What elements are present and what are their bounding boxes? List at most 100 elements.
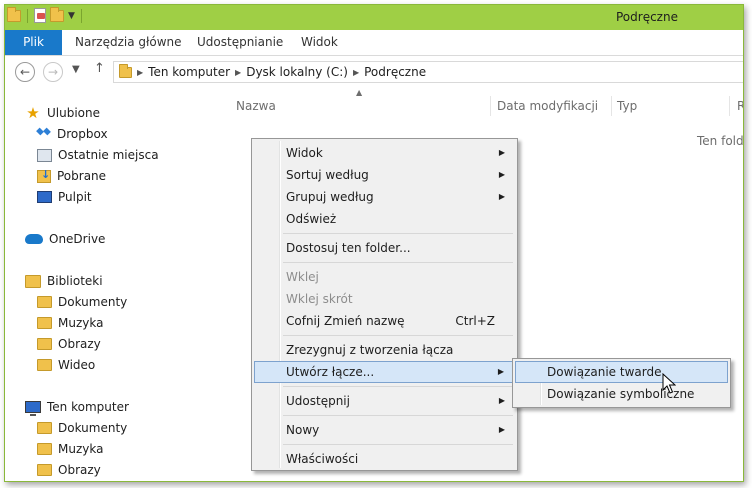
- address-bar[interactable]: ▶ Ten komputer ▶ Dysk lokalny (C:) ▶ Pod…: [113, 61, 743, 83]
- menu-item-view[interactable]: Widok ▶: [254, 142, 515, 164]
- column-header-size[interactable]: R: [737, 99, 743, 113]
- create-link-submenu: Dowiązanie twarde Dowiązanie symboliczne: [512, 358, 731, 408]
- toolbar-divider: [80, 8, 82, 23]
- folder-icon[interactable]: [7, 6, 21, 22]
- downloads-icon: [37, 168, 51, 183]
- submenu-arrow-icon: ▶: [498, 192, 505, 201]
- nav-item-lib-pictures[interactable]: Obrazy: [37, 334, 101, 354]
- nav-item-downloads[interactable]: Pobrane: [37, 166, 106, 186]
- menu-item-paste: Wklej: [254, 266, 515, 288]
- column-divider[interactable]: [490, 96, 491, 116]
- pictures-library-icon: [37, 338, 52, 350]
- menu-item-label: Sortuj według: [286, 168, 369, 182]
- toolbar-divider: [27, 8, 28, 23]
- menu-item-label: Widok: [286, 146, 323, 160]
- title-bar: ▼ Podręczne: [5, 5, 743, 30]
- menu-item-create-link[interactable]: Utwórz łącze... ▶: [254, 361, 515, 383]
- mouse-cursor-icon: [662, 373, 676, 394]
- up-button[interactable]: ↑: [94, 61, 105, 76]
- nav-item-label: Obrazy: [58, 337, 101, 351]
- nav-item-pc-pictures[interactable]: Obrazy: [37, 460, 101, 480]
- tab-view[interactable]: Widok: [291, 30, 348, 55]
- menu-item-sort-by[interactable]: Sortuj według ▶: [254, 164, 515, 186]
- cloud-icon: [25, 234, 43, 244]
- documents-library-icon: [37, 296, 52, 308]
- menu-separator: [283, 335, 513, 336]
- nav-item-lib-videos[interactable]: Wideo: [37, 355, 95, 375]
- nav-item-pc-music[interactable]: Muzyka: [37, 439, 103, 459]
- music-folder-icon: [37, 443, 52, 455]
- new-folder-icon[interactable]: [50, 6, 64, 22]
- menu-item-label: Dostosuj ten folder...: [286, 241, 411, 255]
- column-divider[interactable]: [729, 96, 730, 116]
- nav-item-label: Pobrane: [57, 169, 107, 183]
- column-divider[interactable]: [611, 96, 612, 116]
- folder-icon: [119, 63, 132, 78]
- submenu-arrow-icon: ▶: [498, 170, 505, 179]
- recent-locations-icon[interactable]: ▼: [72, 64, 80, 75]
- nav-item-label: Dokumenty: [58, 421, 128, 435]
- chevron-right-icon[interactable]: ▶: [235, 68, 241, 77]
- nav-item-favorites[interactable]: ★ Ulubione: [25, 103, 100, 123]
- customize-toolbar-icon[interactable]: ▼: [68, 11, 75, 21]
- menu-item-label: Utwórz łącze...: [286, 365, 375, 379]
- dropbox-icon: [37, 128, 51, 140]
- nav-item-label: Biblioteki: [47, 274, 103, 288]
- tab-share[interactable]: Udostępnianie: [187, 30, 293, 55]
- back-button[interactable]: ←: [15, 62, 35, 82]
- menu-item-customize-folder[interactable]: Dostosuj ten folder...: [254, 237, 515, 259]
- desktop-icon: [37, 191, 52, 203]
- forward-button[interactable]: →: [43, 62, 63, 82]
- breadcrumb-folder[interactable]: Podręczne: [364, 65, 426, 79]
- pictures-folder-icon: [37, 464, 52, 476]
- breadcrumb-computer[interactable]: Ten komputer: [148, 65, 230, 79]
- nav-item-lib-music[interactable]: Muzyka: [37, 313, 103, 333]
- properties-icon[interactable]: [34, 8, 46, 23]
- nav-item-lib-documents[interactable]: Dokumenty: [37, 292, 127, 312]
- computer-icon: [25, 401, 41, 416]
- music-library-icon: [37, 317, 52, 329]
- column-header-date-modified[interactable]: Data modyfikacji: [497, 99, 598, 113]
- tab-file[interactable]: Plik: [5, 30, 62, 55]
- nav-item-label: Muzyka: [58, 442, 104, 456]
- submenu-arrow-icon: ▶: [498, 425, 505, 434]
- menu-item-share[interactable]: Udostępnij ▶: [254, 390, 515, 412]
- column-header-type[interactable]: Typ: [617, 99, 637, 113]
- menu-separator: [283, 444, 513, 445]
- menu-separator: [283, 233, 513, 234]
- submenu-item-hard-link[interactable]: Dowiązanie twarde: [515, 361, 728, 383]
- nav-item-dropbox[interactable]: Dropbox: [37, 124, 108, 144]
- documents-folder-icon: [37, 422, 52, 434]
- menu-item-label: Wklej skrót: [286, 292, 353, 306]
- menu-item-refresh[interactable]: Odśwież: [254, 208, 515, 230]
- menu-item-label: Wklej: [286, 270, 319, 284]
- nav-item-onedrive[interactable]: OneDrive: [25, 229, 105, 249]
- menu-item-group-by[interactable]: Grupuj według ▶: [254, 186, 515, 208]
- nav-item-desktop[interactable]: Pulpit: [37, 187, 92, 207]
- tab-home[interactable]: Narzędzia główne: [65, 30, 192, 55]
- nav-item-this-pc[interactable]: Ten komputer: [25, 397, 129, 417]
- menu-item-label: Dowiązanie twarde: [547, 365, 662, 379]
- menu-item-undo-rename[interactable]: Cofnij Zmień nazwę Ctrl+Z: [254, 310, 515, 332]
- quick-access-toolbar: ▼: [7, 6, 84, 23]
- submenu-arrow-icon: ▶: [498, 148, 505, 157]
- menu-item-paste-shortcut: Wklej skrót: [254, 288, 515, 310]
- menu-item-cancel-link[interactable]: Zrezygnuj z tworzenia łącza: [254, 339, 515, 361]
- nav-item-label: Muzyka: [58, 316, 104, 330]
- nav-item-pc-documents[interactable]: Dokumenty: [37, 418, 127, 438]
- nav-item-libraries[interactable]: Biblioteki: [25, 271, 103, 291]
- menu-item-new[interactable]: Nowy ▶: [254, 419, 515, 441]
- chevron-right-icon[interactable]: ▶: [353, 68, 359, 77]
- column-header-name[interactable]: Nazwa: [236, 99, 276, 113]
- breadcrumb-drive[interactable]: Dysk lokalny (C:): [246, 65, 348, 79]
- recent-places-icon: [37, 148, 52, 162]
- nav-item-label: Pulpit: [58, 190, 92, 204]
- nav-item-label: Wideo: [58, 358, 96, 372]
- submenu-item-symbolic-link[interactable]: Dowiązanie symboliczne: [515, 383, 728, 405]
- menu-separator: [283, 415, 513, 416]
- libraries-icon: [25, 274, 41, 288]
- nav-item-recent-places[interactable]: Ostatnie miejsca: [37, 145, 159, 165]
- menu-item-properties[interactable]: Właściwości: [254, 448, 515, 470]
- nav-item-label: Dropbox: [57, 127, 108, 141]
- chevron-right-icon[interactable]: ▶: [137, 68, 143, 77]
